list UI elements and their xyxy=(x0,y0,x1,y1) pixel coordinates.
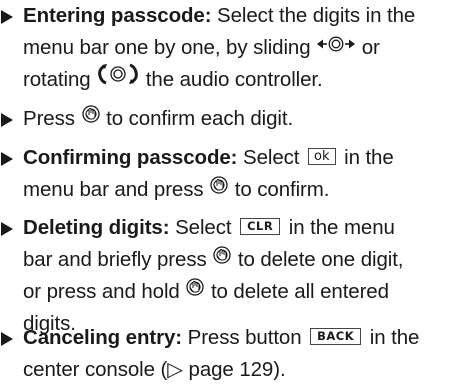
item-text: to confirm. xyxy=(234,178,330,201)
item-text: Select xyxy=(169,216,232,239)
item-text: Press button xyxy=(182,326,302,349)
press-controller-icon xyxy=(212,243,232,275)
list-item-deleting-digits: Deleting digits: Select CLR in the menu … xyxy=(0,212,463,340)
item-heading: Entering passcode: xyxy=(23,4,212,27)
press-controller-icon xyxy=(185,275,205,307)
item-text: rotating xyxy=(23,68,91,91)
list-item-canceling-entry: Canceling entry: Press button BACK in th… xyxy=(0,322,463,386)
slide-controller-icon xyxy=(316,31,356,63)
ok-key-icon: ok xyxy=(308,148,336,166)
item-text: Select xyxy=(237,146,300,169)
item-text: menu bar one by one, by sliding xyxy=(23,36,311,59)
clr-key-icon: CLR xyxy=(240,218,281,236)
rotate-controller-icon xyxy=(96,63,140,95)
back-key-icon: BACK xyxy=(310,328,362,346)
press-controller-icon xyxy=(81,102,101,134)
item-heading: Deleting digits: xyxy=(23,216,170,239)
list-item-confirming-passcode: Confirming passcode: Select ok in the me… xyxy=(0,142,463,206)
bullet-arrow-icon xyxy=(1,113,13,127)
item-text: Press xyxy=(23,107,75,130)
item-text: bar and briefly press xyxy=(23,248,207,271)
item-text: in the xyxy=(344,146,394,169)
item-text: the audio controller. xyxy=(145,68,323,91)
item-text: to confirm each digit. xyxy=(106,107,294,130)
bullet-arrow-icon xyxy=(1,332,13,346)
item-text: center console (▷ page 129). xyxy=(23,358,286,381)
item-text: or press and hold xyxy=(23,280,180,303)
bullet-arrow-icon xyxy=(1,222,13,236)
item-text: menu bar and press xyxy=(23,178,204,201)
item-heading: Confirming passcode: xyxy=(23,146,238,169)
item-text: to delete all entered xyxy=(210,280,389,303)
item-text: to delete one digit, xyxy=(237,248,404,271)
list-item-press-confirm: Press to confirm each digit. xyxy=(0,103,463,135)
list-item-entering-passcode: Entering passcode: Select the digits in … xyxy=(0,0,463,96)
item-text: in the xyxy=(369,326,420,349)
press-controller-icon xyxy=(209,173,229,205)
item-text: in the menu xyxy=(288,216,395,239)
item-text: or xyxy=(361,36,380,59)
bullet-arrow-icon xyxy=(1,10,13,24)
bullet-arrow-icon xyxy=(1,152,13,166)
item-text: Select the digits in the xyxy=(211,4,416,27)
item-heading: Canceling entry: xyxy=(23,326,183,349)
